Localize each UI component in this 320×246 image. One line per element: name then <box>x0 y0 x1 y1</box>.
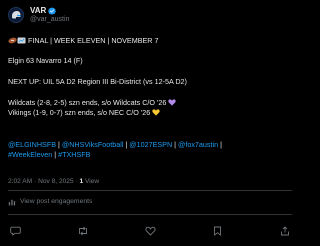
post-wildcats-line: Wildcats (2-8, 2-5) szn ends, s/o Wildca… <box>8 98 177 108</box>
like-icon <box>144 226 156 236</box>
avatar[interactable] <box>8 7 24 23</box>
retweet-button[interactable] <box>76 225 90 237</box>
verified-badge-icon <box>48 6 57 15</box>
like-button[interactable] <box>143 225 157 237</box>
post-headline: FINAL | WEEK ELEVEN | NOVEMBER 7 <box>28 36 159 45</box>
post-next-up: NEXT UP: UIL 5A D2 Region III Bi-Distric… <box>8 77 187 86</box>
author-display-name[interactable]: VAR <box>30 6 46 15</box>
football-emoji-icon <box>8 37 17 46</box>
share-icon <box>281 226 289 236</box>
hashtag-weekeleven[interactable]: #WeekEleven <box>8 150 52 159</box>
post-mentions-line: @ELGINHSFB | @NHSViksFootball | @1027ESP… <box>8 140 222 149</box>
post-score: Elgin 63 Navarro 14 (F) <box>8 56 83 65</box>
bookmark-icon <box>214 226 221 236</box>
author-name-row: VAR <box>30 6 57 15</box>
post-date[interactable]: Nov 8, 2025 <box>38 178 74 185</box>
post-vikings-line: Vikings (1-9, 0-7) szn ends, s/o NEC C/O… <box>8 108 160 118</box>
mention-1027espn[interactable]: @1027ESPN <box>129 140 172 149</box>
post-hashtags-line: #WeekEleven | #TXHSFB <box>8 150 91 159</box>
mention-nhsviksfootball[interactable]: @NHSViksFootball <box>62 140 124 149</box>
yellow-heart-icon <box>152 109 160 118</box>
mention-elginhsfb[interactable]: @ELGINHSFB <box>8 140 56 149</box>
bookmark-button[interactable] <box>211 225 225 237</box>
vikings-text: Vikings (1-9, 0-7) szn ends, s/o NEC C/O… <box>8 108 151 117</box>
retweet-icon <box>78 226 87 236</box>
divider-bottom <box>8 214 292 215</box>
wildcats-text: Wildcats (2-8, 2-5) szn ends, s/o Wildca… <box>8 98 167 107</box>
purple-heart-icon <box>168 99 177 108</box>
share-button[interactable] <box>278 225 292 237</box>
analytics-icon <box>8 199 16 206</box>
view-post-engagements-label: View post engagements <box>20 198 93 205</box>
view-post-engagements[interactable]: View post engagements <box>8 198 92 206</box>
hashtag-txhsfb[interactable]: #TXHSFB <box>58 150 90 159</box>
post-time[interactable]: 2:02 AM <box>8 178 32 185</box>
helmet-logo-icon <box>12 11 21 19</box>
post-card: VAR @var_austin FINAL | WEEK ELEVEN | NO… <box>0 0 300 246</box>
views-label: View <box>83 178 100 185</box>
reply-button[interactable] <box>8 225 22 237</box>
divider-top <box>8 190 292 191</box>
mention-fox7austin[interactable]: @fox7austin <box>178 140 218 149</box>
reply-icon <box>9 226 21 236</box>
scoreboard-emoji-icon <box>17 37 26 46</box>
post-line-headline: FINAL | WEEK ELEVEN | NOVEMBER 7 <box>8 36 158 46</box>
post-meta: 2:02 AM · Nov 8, 2025 · 1 View <box>8 178 100 185</box>
action-bar <box>8 225 292 237</box>
author-handle[interactable]: @var_austin <box>30 16 69 24</box>
